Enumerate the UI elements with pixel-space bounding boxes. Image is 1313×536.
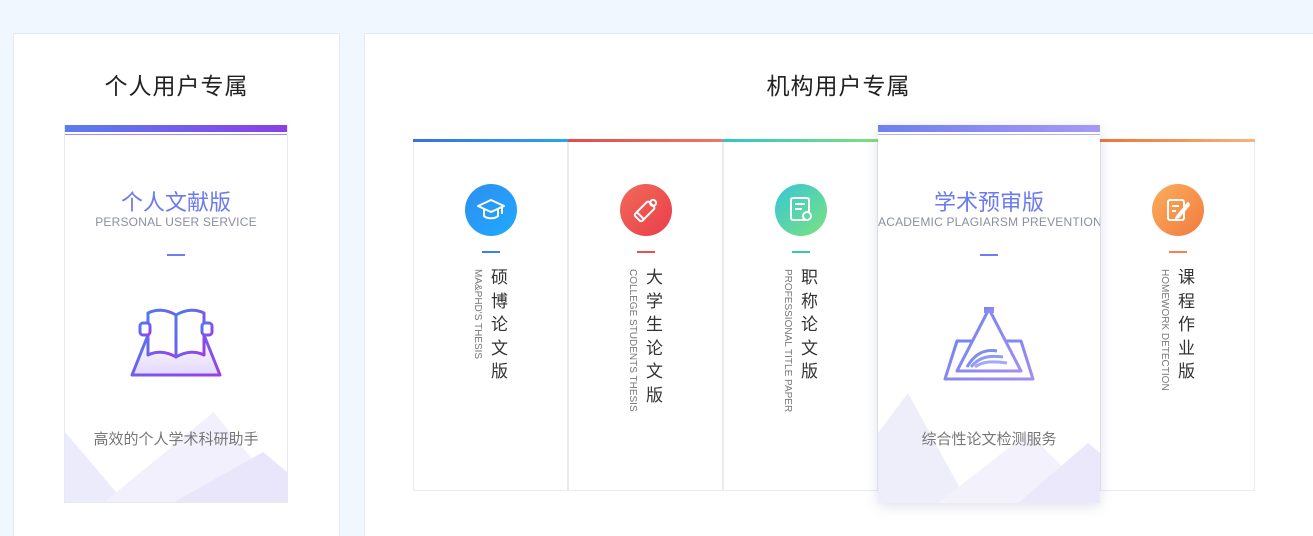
certificate-document-icon	[774, 184, 827, 236]
card-top-bar	[65, 125, 287, 132]
personal-literature-card[interactable]: 个人文献版 PERSONAL USER SERVICE 高效的个人学术科研助手	[64, 125, 288, 503]
card-title-char: 版	[491, 362, 508, 382]
card-title-char: 论	[491, 315, 508, 335]
card-divider	[791, 251, 810, 253]
card-top-line	[878, 134, 1100, 135]
card-title-char: 学	[646, 291, 663, 312]
card-title-vertical: 课 程 作 业 版	[1178, 267, 1195, 385]
academic-card-subtitle: ACADEMIC PLAGIARSM PREVENTION	[878, 215, 1100, 229]
professional-title-paper-card[interactable]: PROFESSIONAL TITLE PAPER 职 称 论 文 版	[723, 139, 878, 491]
card-top-bar	[1100, 139, 1255, 142]
card-title-char: 版	[801, 362, 818, 382]
card-title-char: 文	[801, 338, 818, 359]
card-title-char: 硕	[491, 268, 508, 288]
card-divider	[636, 251, 655, 253]
academic-card-title: 学术预审版	[933, 191, 1044, 216]
card-english-label: PROFESSIONAL TITLE PAPER	[782, 269, 793, 413]
card-title-char: 版	[646, 385, 663, 406]
academic-prism-icon	[939, 305, 1039, 389]
academic-prereview-card[interactable]: 学术预审版 ACADEMIC PLAGIARSM PREVENTION 综合性论…	[878, 125, 1100, 503]
homework-detection-card[interactable]: HOMEWORK DETECTION 课 程 作 业 版	[1100, 139, 1255, 491]
edit-note-icon	[1151, 184, 1204, 236]
card-top-bar	[723, 139, 878, 142]
graduation-cap-icon	[464, 184, 517, 236]
card-title-char: 职	[801, 268, 818, 288]
card-title-char: 文	[491, 338, 508, 359]
card-title-vertical: 职 称 论 文 版	[801, 267, 818, 385]
card-top-bar	[878, 125, 1100, 132]
personal-card-title: 个人文献版	[120, 191, 231, 216]
card-english-label: HOMEWORK DETECTION	[1159, 269, 1170, 391]
thesis-masters-phd-card[interactable]: MA&PHD'S THESIS 硕 博 论 文 版	[413, 139, 568, 491]
card-top-line	[65, 134, 287, 135]
card-title-char: 课	[1178, 268, 1195, 288]
card-title-char: 程	[1178, 291, 1195, 312]
card-title-char: 称	[801, 291, 818, 312]
card-title-char: 论	[646, 338, 663, 359]
card-title-char: 论	[801, 315, 818, 335]
academic-card-description: 综合性论文检测服务	[921, 430, 1057, 448]
card-english-label: COLLEGE STUDENTS THESIS	[627, 269, 638, 412]
card-title-char: 文	[646, 362, 663, 382]
card-top-bar	[413, 139, 568, 142]
card-title-char: 博	[491, 291, 508, 312]
title-divider	[980, 254, 998, 256]
card-top-bar	[568, 139, 723, 142]
card-english-label: MA&PHD'S THESIS	[472, 269, 483, 360]
card-title-char: 大	[646, 268, 663, 288]
card-divider	[481, 251, 500, 253]
title-divider	[167, 254, 185, 256]
institution-heading: 机构用户专属	[766, 74, 911, 100]
card-divider	[1168, 251, 1187, 253]
diploma-scroll-icon	[619, 184, 672, 236]
card-title-char: 版	[1178, 362, 1195, 382]
thesis-college-students-card[interactable]: COLLEGE STUDENTS THESIS 大 学 生 论 文 版	[568, 139, 723, 491]
card-title-vertical: 大 学 生 论 文 版	[646, 267, 663, 408]
card-title-char: 作	[1178, 315, 1195, 335]
personal-card-description: 高效的个人学术科研助手	[93, 430, 259, 448]
card-title-char: 业	[1178, 338, 1195, 359]
card-title-vertical: 硕 博 论 文 版	[491, 267, 508, 385]
open-book-icon	[126, 295, 226, 389]
personal-card-subtitle: PERSONAL USER SERVICE	[95, 215, 257, 229]
card-title-char: 生	[646, 315, 663, 335]
personal-heading: 个人用户专属	[104, 74, 249, 100]
